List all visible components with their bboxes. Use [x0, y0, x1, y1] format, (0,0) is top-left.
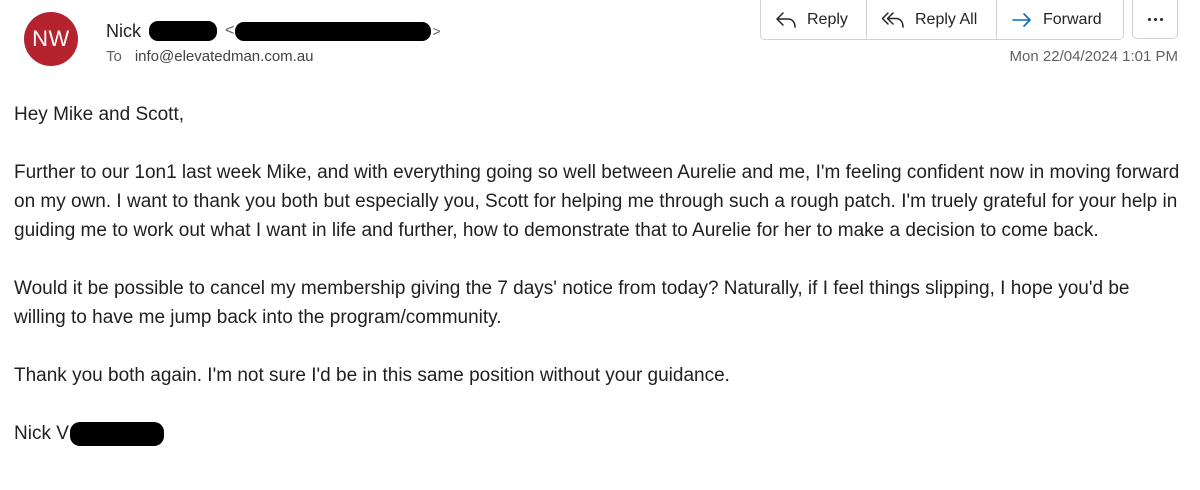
- redacted-sender-email: [235, 21, 432, 41]
- email-reading-pane: NW Nick < > To info@elevatedman.com.au R…: [0, 0, 1200, 490]
- reply-all-icon: [881, 11, 904, 28]
- body-paragraph: Thank you both again. I'm not sure I'd b…: [14, 365, 730, 386]
- sender-line[interactable]: Nick < >: [106, 19, 441, 43]
- recipient-address[interactable]: info@elevatedman.com.au: [135, 48, 314, 65]
- avatar[interactable]: NW: [24, 12, 78, 66]
- reply-all-label: Reply All: [915, 10, 978, 28]
- sender-email-close-bracket: >: [432, 23, 441, 39]
- reply-icon: [776, 11, 796, 28]
- signature: Nick V: [14, 419, 1186, 448]
- message-date: Mon 22/04/2024 1:01 PM: [1009, 48, 1178, 65]
- redacted-signature-surname: [69, 421, 164, 446]
- message-body: Hey Mike and Scott, Further to our 1on1 …: [14, 100, 1186, 448]
- greeting: Hey Mike and Scott,: [14, 104, 185, 125]
- reply-all-button[interactable]: Reply All: [867, 0, 997, 39]
- recipient-line: To info@elevatedman.com.au: [106, 48, 314, 65]
- sender-email-open-bracket: <: [225, 22, 235, 39]
- avatar-initials: NW: [32, 26, 70, 51]
- reply-label: Reply: [807, 10, 848, 28]
- more-actions-button[interactable]: [1132, 0, 1178, 39]
- reply-button[interactable]: Reply: [761, 0, 867, 39]
- to-label: To: [106, 48, 122, 65]
- redacted-sender-surname: [149, 21, 217, 41]
- body-paragraph: Would it be possible to cancel my member…: [14, 278, 1130, 328]
- forward-button[interactable]: Forward: [997, 0, 1123, 39]
- forward-label: Forward: [1043, 10, 1102, 28]
- sender-name: Nick: [106, 20, 141, 41]
- signature-name: Nick V: [14, 423, 69, 444]
- forward-arrow-icon: [1012, 12, 1031, 27]
- message-actions: Reply Reply All Forward: [760, 0, 1178, 40]
- body-paragraph: Further to our 1on1 last week Mike, and …: [14, 162, 1180, 241]
- more-horizontal-icon: [1147, 17, 1163, 21]
- reply-button-group: Reply Reply All Forward: [760, 0, 1124, 40]
